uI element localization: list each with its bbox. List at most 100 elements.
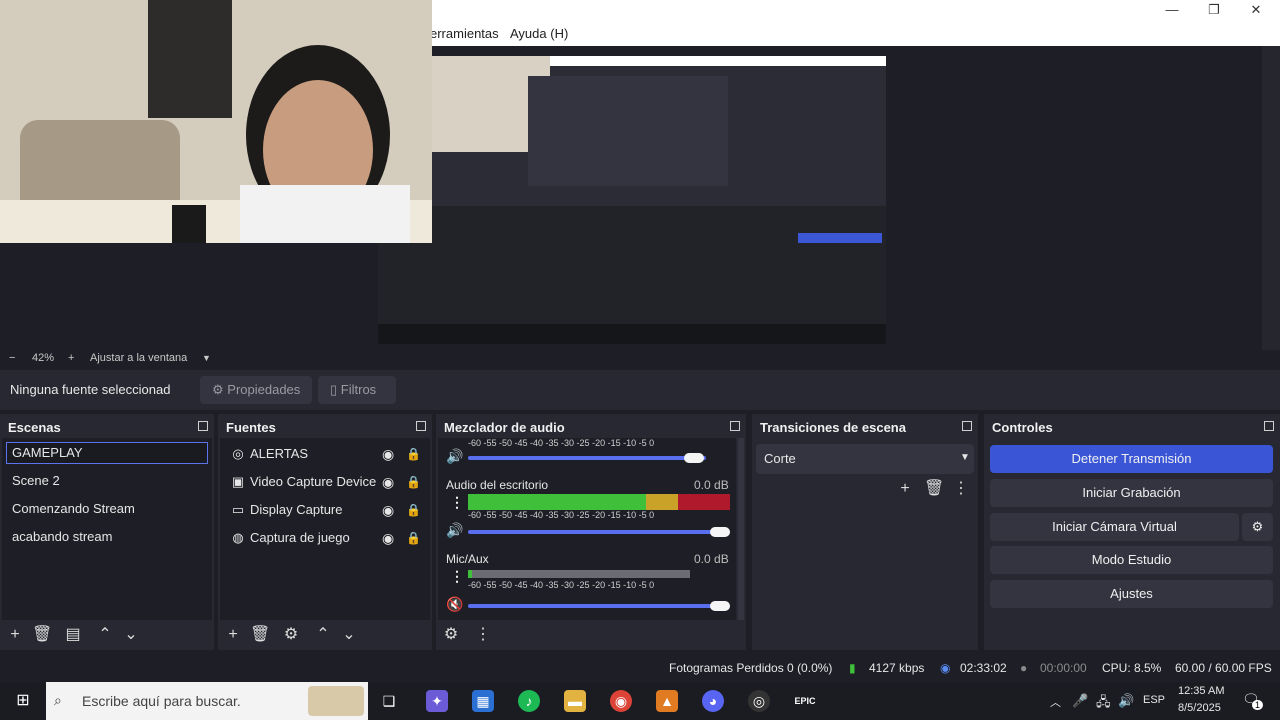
float-icon[interactable] (1264, 421, 1274, 431)
menu-item-help[interactable]: Ayuda (H) (510, 26, 568, 41)
scene-filters-icon[interactable]: ▤ (64, 626, 82, 644)
scene-item-gameplay[interactable]: GAMEPLAY (6, 442, 208, 464)
menu-item-tools[interactable]: erramientas (430, 26, 499, 41)
speaker-icon[interactable]: 🔊 (446, 522, 463, 539)
move-down-icon[interactable]: ⌄ (340, 626, 358, 644)
float-icon[interactable] (962, 421, 972, 431)
eye-icon[interactable]: ◉ (382, 526, 394, 550)
zoom-in-button[interactable]: + (68, 352, 74, 364)
epic-games-icon[interactable]: EPIC (794, 690, 816, 712)
preview-scrollbar[interactable] (1262, 46, 1280, 350)
zoom-out-button[interactable]: − (9, 352, 15, 364)
kebab-menu-icon[interactable]: ⋮ (450, 568, 464, 585)
transitions-dock: Transiciones de escena Corte ▼ + 🗑 ⋮ (752, 414, 978, 650)
kebab-menu-icon[interactable]: ⋮ (474, 626, 492, 644)
scene-item-comenzando[interactable]: Comenzando Stream (6, 498, 208, 520)
gear-icon[interactable]: ⚙ (282, 626, 300, 644)
mixer-scrollbar[interactable] (738, 438, 744, 620)
float-icon[interactable] (730, 421, 740, 431)
eye-icon[interactable]: ◉ (382, 442, 394, 466)
volume-slider[interactable] (468, 604, 730, 608)
taskbar-search[interactable]: ⌕ Escribe aquí para buscar. (46, 682, 368, 720)
language-indicator[interactable]: ESP (1143, 694, 1165, 706)
volume-slider[interactable] (468, 530, 730, 534)
meter-yellow (646, 494, 678, 510)
lock-icon[interactable]: 🔒 (406, 442, 421, 466)
transition-select[interactable]: Corte ▼ (756, 444, 974, 474)
add-icon[interactable]: + (896, 480, 914, 498)
microphone-icon[interactable]: 🎤 (1072, 693, 1088, 709)
volume-slider[interactable] (468, 456, 706, 460)
float-icon[interactable] (198, 421, 208, 431)
move-up-icon[interactable]: ⌃ (96, 626, 114, 644)
channel-name: Mic/Aux (446, 552, 489, 566)
discord-icon[interactable]: ◕ (702, 690, 724, 712)
store-icon[interactable]: ▦ (472, 690, 494, 712)
move-down-icon[interactable]: ⌄ (122, 626, 140, 644)
chevron-down-icon[interactable]: ▼ (202, 353, 211, 363)
lock-icon[interactable]: 🔒 (406, 526, 421, 550)
scenes-title: Escenas (8, 420, 61, 435)
preview-canvas[interactable] (378, 56, 886, 344)
fit-window-label[interactable]: Ajustar a la ventana (90, 352, 187, 364)
gears-icon[interactable]: ⚙ (442, 626, 460, 644)
trash-icon[interactable]: 🗑 (250, 626, 270, 644)
float-icon[interactable] (416, 421, 426, 431)
notification-count: 1 (1252, 700, 1264, 710)
virtual-cam-settings-button[interactable]: ⚙ (1242, 513, 1273, 541)
source-label: Captura de juego (250, 530, 350, 545)
source-toolbar: Ninguna fuente seleccionad ⚙ Propiedades… (0, 370, 1280, 410)
volume-thumb[interactable] (684, 453, 704, 463)
eye-icon[interactable]: ◉ (382, 498, 394, 522)
source-item-game-capture[interactable]: ◍ Captura de juego ◉ 🔒 (224, 526, 428, 550)
add-icon[interactable]: + (224, 626, 242, 644)
volume-icon[interactable]: 🔊 (1118, 693, 1134, 709)
add-icon[interactable]: + (6, 626, 24, 644)
stream-time: 02:33:02 (960, 661, 1007, 675)
volume-thumb[interactable] (710, 601, 730, 611)
lock-icon[interactable]: 🔒 (406, 470, 421, 494)
trash-icon[interactable]: 🗑 (32, 626, 52, 644)
start-virtual-cam-button[interactable]: Iniciar Cámara Virtual (990, 513, 1239, 541)
file-explorer-icon[interactable]: ▬ (564, 690, 586, 712)
eye-icon[interactable]: ◉ (382, 470, 394, 494)
stop-stream-button[interactable]: Detener Transmisión (990, 445, 1273, 473)
nested-docks (378, 206, 886, 326)
lock-icon[interactable]: 🔒 (406, 498, 421, 522)
windows-start-icon[interactable]: ⊞ (12, 690, 34, 712)
scene-item-scene-2[interactable]: Scene 2 (6, 470, 208, 492)
tray-chevron-icon[interactable]: ︿ (1050, 694, 1061, 710)
source-item-video-capture[interactable]: ▣ Video Capture Device ◉ 🔒 (224, 470, 428, 494)
move-up-icon[interactable]: ⌃ (314, 626, 332, 644)
source-item-alertas[interactable]: ◎ ALERTAS ◉ 🔒 (224, 442, 428, 466)
record-time: 00:00:00 (1040, 661, 1087, 675)
filters-button[interactable]: ▯ Filtros (318, 376, 396, 404)
scene-item-acabando[interactable]: acabando stream (6, 526, 208, 548)
speaker-icon[interactable]: 🔊 (446, 448, 463, 465)
clock-date[interactable]: 8/5/2025 (1178, 702, 1221, 714)
clock-time[interactable]: 12:35 AM (1178, 685, 1224, 697)
copilot-icon[interactable]: ✦ (426, 690, 448, 712)
properties-button[interactable]: ⚙ Propiedades (200, 376, 312, 404)
settings-button[interactable]: Ajustes (990, 580, 1273, 608)
obs-icon[interactable]: ◎ (748, 690, 770, 712)
close-button[interactable]: ✕ (1234, 0, 1278, 22)
muted-speaker-icon[interactable]: 🔇 (446, 596, 463, 613)
webcam-overlay (0, 0, 432, 243)
spotify-icon[interactable]: ♪ (518, 690, 540, 712)
kebab-menu-icon[interactable]: ⋮ (952, 480, 970, 498)
trash-icon[interactable]: 🗑 (924, 480, 944, 498)
chrome-icon[interactable]: ◉ (610, 690, 632, 712)
scenes-dock: Escenas GAMEPLAY Scene 2 Comenzando Stre… (0, 414, 214, 650)
task-view-icon[interactable]: ❑ (378, 690, 400, 712)
studio-mode-button[interactable]: Modo Estudio (990, 546, 1273, 574)
start-recording-button[interactable]: Iniciar Grabación (990, 479, 1273, 507)
chevron-down-icon: ▼ (960, 452, 970, 463)
minimize-button[interactable]: — (1150, 0, 1194, 22)
game-launcher-icon[interactable]: ▲ (656, 690, 678, 712)
volume-thumb[interactable] (710, 527, 730, 537)
kebab-menu-icon[interactable]: ⋮ (450, 494, 464, 511)
network-icon[interactable]: 🖧 (1096, 693, 1111, 715)
restore-button[interactable]: ❐ (1192, 0, 1236, 22)
source-item-display-capture[interactable]: ▭ Display Capture ◉ 🔒 (224, 498, 428, 522)
